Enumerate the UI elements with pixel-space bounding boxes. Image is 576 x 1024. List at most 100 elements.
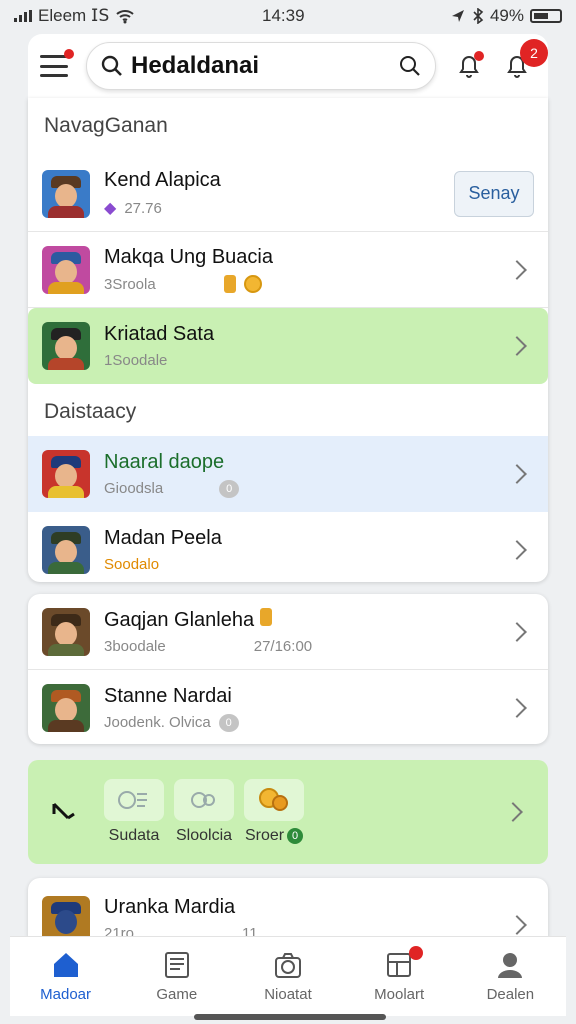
feature-tile[interactable]: Sloolcia bbox=[174, 779, 234, 845]
gem-icon: ◆ bbox=[104, 200, 117, 217]
coin-icon bbox=[243, 275, 262, 293]
bottom-navigation: Madoar Game Nioatat Moolart Dealen bbox=[10, 936, 566, 1016]
nav-news[interactable]: Moolart bbox=[349, 946, 449, 1003]
camera-icon bbox=[274, 953, 301, 978]
chevron-right-icon bbox=[507, 259, 527, 280]
search-bar[interactable]: Hedaldanai bbox=[86, 42, 436, 90]
item-subtitle: 3boodale bbox=[104, 638, 166, 655]
list-item-selected[interactable]: Naaral daope Gioodsla 0 bbox=[28, 436, 548, 512]
game-book-icon bbox=[164, 952, 189, 978]
avatar bbox=[42, 322, 90, 370]
section-title: NavagGanan bbox=[44, 114, 168, 137]
main-list-card: NavagGanan Kend Alapica ◆ 27.76 Senay Mak… bbox=[28, 98, 548, 582]
search-icon bbox=[101, 55, 122, 76]
controller-icon bbox=[191, 792, 215, 808]
nav-label: Moolart bbox=[374, 986, 425, 1003]
wifi-icon bbox=[116, 10, 134, 24]
item-subtitle: Gioodsla bbox=[104, 480, 164, 497]
search-submit-icon[interactable] bbox=[399, 55, 421, 77]
nav-badge bbox=[409, 946, 424, 960]
jar-icon bbox=[223, 275, 236, 293]
nav-camera[interactable]: Nioatat bbox=[238, 950, 338, 1003]
carrier-name: Eleem 𝖨𝖲 bbox=[38, 6, 110, 25]
list-item[interactable]: Uranka Mardia 21ro 11. bbox=[28, 878, 548, 938]
tile-label: Sloolcia bbox=[175, 827, 233, 844]
item-subtitle: 27.76 bbox=[124, 199, 162, 217]
nav-label: Dealen bbox=[486, 986, 535, 1003]
notification-count: 2 bbox=[520, 39, 548, 67]
avatar bbox=[42, 450, 90, 498]
item-title: Stanne Nardai bbox=[104, 684, 232, 707]
item-subtitle: Joodenk. Olvica bbox=[104, 714, 211, 731]
chevron-right-icon bbox=[507, 464, 527, 484]
avatar bbox=[42, 607, 90, 656]
count-badge: 0 bbox=[218, 713, 239, 732]
tile-badge: 0 bbox=[287, 828, 304, 844]
tile-label: Sudata bbox=[108, 827, 160, 844]
alerts-button[interactable] bbox=[452, 49, 486, 83]
list-item[interactable]: Stanne Nardai Joodenk. Olvica 0 bbox=[28, 670, 548, 746]
item-subtitle: 1Soodale bbox=[104, 352, 168, 369]
chevron-right-icon bbox=[507, 915, 527, 935]
nav-profile[interactable]: Dealen bbox=[460, 950, 560, 1003]
location-icon bbox=[451, 10, 464, 22]
profile-icon bbox=[498, 953, 523, 978]
back-arrow-icon[interactable] bbox=[46, 796, 78, 828]
nav-home[interactable]: Madoar bbox=[16, 950, 116, 1003]
item-title: Uranka Mardia bbox=[104, 896, 236, 918]
chevron-right-icon bbox=[507, 540, 527, 560]
tile-label: Sroer bbox=[244, 827, 285, 844]
nav-label: Nioatat bbox=[264, 986, 312, 1003]
item-title: Kriatad Sata bbox=[104, 323, 215, 345]
item-meta: 27/16:00 bbox=[253, 638, 313, 655]
notifications-button[interactable]: 2 bbox=[500, 39, 548, 83]
game-icon bbox=[118, 791, 147, 809]
feature-tile[interactable]: Sudata bbox=[104, 779, 164, 845]
avatar bbox=[42, 526, 90, 574]
app-header: Hedaldanai 2 bbox=[28, 34, 548, 98]
home-indicator[interactable] bbox=[194, 1014, 386, 1020]
jar-icon bbox=[259, 608, 272, 626]
avatar bbox=[42, 245, 90, 294]
list-item[interactable]: Madan Peela Soodalo bbox=[28, 512, 548, 588]
status-bar: Eleem 𝖨𝖲 14:39 49% bbox=[0, 0, 576, 32]
item-title: Naaral daope bbox=[104, 450, 225, 473]
alerts-badge bbox=[474, 51, 484, 61]
item-title: Madan Peela bbox=[104, 527, 222, 549]
feature-tile[interactable]: Sroer 0 bbox=[244, 779, 304, 845]
chevron-right-icon bbox=[503, 802, 523, 822]
menu-button[interactable] bbox=[40, 49, 74, 77]
list-item[interactable]: Makqa Ung Buacia 3Sroola bbox=[28, 232, 548, 308]
search-input[interactable]: Hedaldanai bbox=[131, 52, 391, 80]
item-title: Kend Alapica bbox=[104, 169, 221, 191]
trophy-icon bbox=[259, 788, 288, 811]
chevron-right-icon bbox=[507, 698, 527, 718]
list-item[interactable]: Gaqjan Glanleha 3boodale 27/16:00 bbox=[28, 594, 548, 670]
item-title: Gaqjan Glanleha bbox=[104, 609, 255, 631]
nav-label: Game bbox=[156, 986, 198, 1003]
nav-game[interactable]: Game bbox=[127, 950, 227, 1003]
feature-banner[interactable]: Sudata Sloolcia Sroer 0 bbox=[28, 760, 548, 864]
list-item-highlighted[interactable]: Kriatad Sata 1Soodale bbox=[28, 308, 548, 384]
item-subtitle: 3Sroola bbox=[104, 275, 156, 293]
secondary-list-card: Gaqjan Glanleha 3boodale 27/16:00 Stanne … bbox=[28, 594, 548, 744]
battery-icon bbox=[530, 9, 562, 23]
bluetooth-icon bbox=[473, 8, 484, 24]
signal-icon bbox=[14, 10, 32, 22]
list-item[interactable]: Kend Alapica ◆ 27.76 Senay bbox=[28, 156, 548, 232]
chevron-right-icon bbox=[507, 336, 527, 356]
item-title: Makqa Ung Buacia bbox=[104, 246, 273, 268]
avatar bbox=[42, 169, 90, 218]
nav-label: Madoar bbox=[40, 986, 92, 1003]
action-button[interactable]: Senay bbox=[454, 170, 534, 217]
home-icon bbox=[53, 953, 78, 977]
chevron-right-icon bbox=[507, 621, 527, 642]
status-time: 14:39 bbox=[262, 6, 305, 25]
battery-percent: 49% bbox=[489, 6, 524, 25]
section-title: Daistaacy bbox=[44, 400, 137, 423]
bottom-list-card: Uranka Mardia 21ro 11. bbox=[28, 878, 548, 938]
item-subtitle: Soodalo bbox=[104, 556, 160, 573]
avatar bbox=[42, 684, 90, 732]
count-badge: 0 bbox=[219, 479, 240, 498]
avatar bbox=[42, 896, 90, 938]
